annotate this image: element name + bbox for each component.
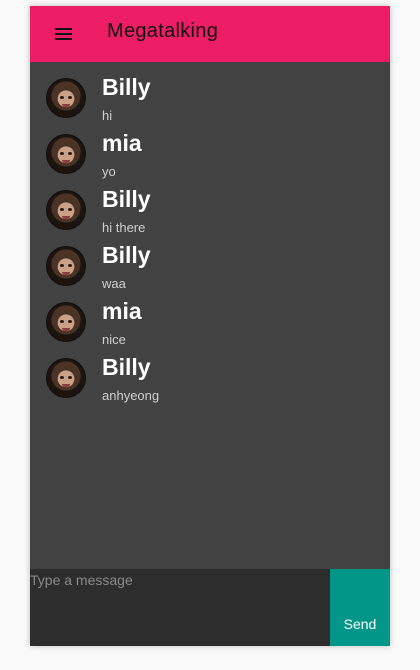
message-item: mia yo	[30, 118, 390, 179]
message-input[interactable]	[30, 569, 330, 646]
message-item: Billy hi	[30, 62, 390, 123]
send-button[interactable]: Send	[330, 569, 390, 646]
avatar	[46, 78, 86, 118]
message-sender: Billy	[102, 242, 151, 268]
message-item: Billy waa	[30, 230, 390, 291]
message-text: anhyeong	[102, 388, 160, 403]
message-item: Billy hi there	[30, 174, 390, 235]
avatar	[46, 190, 86, 230]
message-sender: Billy	[102, 74, 151, 100]
message-input-wrapper: Type a message	[30, 569, 330, 646]
chat-app: Megatalking Billy hi mia yo Billy hi the…	[30, 6, 390, 646]
message-sender: Billy	[102, 354, 151, 380]
message-item: Billy anhyeong	[30, 342, 390, 403]
message-sender: mia	[102, 298, 142, 324]
menu-icon[interactable]	[54, 26, 74, 42]
message-list: Billy hi mia yo Billy hi there Billy waa…	[30, 62, 390, 569]
send-button-label: Send	[343, 616, 377, 632]
app-toolbar: Megatalking	[30, 6, 390, 62]
message-sender: mia	[102, 130, 142, 156]
avatar	[46, 246, 86, 286]
message-sender: Billy	[102, 186, 151, 212]
avatar	[46, 358, 86, 398]
message-composer: Type a message Send	[30, 569, 390, 646]
avatar	[46, 302, 86, 342]
avatar	[46, 134, 86, 174]
app-title: Megatalking	[107, 20, 219, 42]
message-item: mia nice	[30, 286, 390, 347]
